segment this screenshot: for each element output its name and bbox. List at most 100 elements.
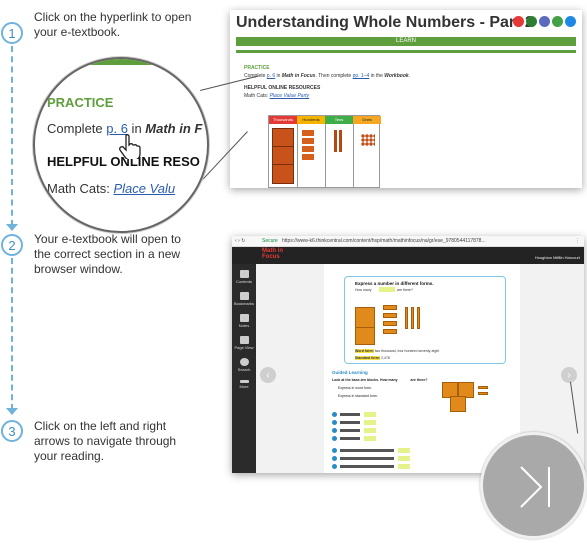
word-form-label: Word form:	[355, 349, 374, 353]
step-connector-1-arrow	[6, 224, 18, 231]
zoom-green-bar	[35, 59, 207, 65]
mathcats-link-small[interactable]: Place Value Party	[270, 93, 310, 99]
hundred-flat	[478, 392, 488, 395]
more-icon	[239, 380, 249, 383]
bookmark-icon	[239, 292, 249, 300]
zoom-book-title: Math in F	[145, 121, 203, 136]
sidebar-more[interactable]: More	[232, 380, 256, 389]
guided-question: Look at the base-ten blocks. How many ar…	[332, 378, 427, 382]
browser-nav-icons[interactable]: ‹ › ↻	[235, 238, 245, 244]
sidebar-bookmarks[interactable]: Bookmarks	[232, 292, 256, 306]
exercise-line	[340, 465, 394, 468]
thousand-block	[450, 396, 466, 412]
check-icon[interactable]	[526, 16, 537, 27]
standard-form-value: 2,478	[381, 356, 390, 360]
chat-icon[interactable]	[552, 16, 563, 27]
exercise-marker	[332, 420, 337, 425]
lesson-heading: Express a number in different forms.	[355, 281, 434, 286]
page-view-icon	[239, 336, 249, 344]
guided-question-text2: are there?	[410, 378, 428, 382]
workbook-title: Workbook	[384, 73, 409, 79]
step-3-line2: arrows to navigate through	[34, 434, 177, 448]
express-word-form: Express in word form.	[338, 386, 372, 390]
thousand-block	[272, 164, 294, 184]
instr-end: in the	[369, 73, 385, 79]
step-1-marker: 1	[1, 22, 23, 44]
step-3-marker: 3	[1, 420, 23, 442]
zoom-mathcats-link[interactable]: Place Valu	[113, 181, 175, 196]
exercise-marker	[332, 436, 337, 441]
mathcats-prefix-small: Math Cats:	[244, 93, 270, 99]
step-3-line3: your reading.	[34, 449, 105, 463]
skip-next-icon	[520, 466, 550, 508]
lesson-title: Understanding Whole Numbers - Part 2	[236, 14, 534, 31]
practice-heading-small: PRACTICE	[244, 65, 270, 71]
sidebar-search-label: Search	[237, 367, 251, 372]
book-title: Math in Focus	[281, 73, 316, 79]
col-divider	[325, 124, 326, 188]
workbook-pages-link[interactable]: pp. 1–4	[353, 73, 370, 79]
prev-page-button[interactable]: ‹	[260, 367, 276, 383]
sidebar-contents[interactable]: Contents	[232, 270, 256, 284]
hundred-flat	[302, 138, 314, 144]
thousand-block	[355, 307, 375, 329]
step-2-line1: Your e-textbook will open to	[34, 232, 181, 246]
url-field[interactable]: https://www-k6.thinkcentral.com/content/…	[282, 238, 486, 244]
exercise-marker	[332, 448, 337, 453]
sidebar-search[interactable]: Search	[232, 358, 256, 372]
col-hundreds: Hundreds	[297, 116, 325, 124]
answer-box[interactable]	[398, 456, 410, 461]
ten-rod	[417, 307, 420, 329]
hundred-flat	[302, 154, 314, 160]
ebook-header: Math in Focus Houghton Mifflin Harcourt	[232, 247, 584, 264]
sidebar-more-label: More	[239, 384, 249, 389]
browser-menu-icon[interactable]: ⋮	[575, 238, 580, 244]
step-1-text: Click on the hyperlink to open your e-te…	[34, 10, 191, 40]
answer-box[interactable]	[364, 428, 376, 433]
next-page-button[interactable]: ›	[561, 367, 577, 383]
sidebar-contents-label: Contents	[235, 279, 252, 284]
section-divider	[236, 50, 576, 53]
step-2-marker: 2	[1, 234, 23, 256]
how-many-prompt: How many	[355, 288, 372, 292]
zoom-practice-heading: PRACTICE	[47, 95, 114, 110]
answer-box[interactable]	[364, 436, 376, 441]
info-icon[interactable]	[565, 16, 576, 27]
sidebar-notes[interactable]: Notes	[232, 314, 256, 328]
exercise-line	[340, 437, 360, 440]
page-link-small[interactable]: p. 6	[267, 73, 275, 79]
hand-cursor-icon	[119, 134, 141, 159]
hundred-flat	[383, 313, 397, 318]
thousand-block	[272, 128, 294, 148]
globe-icon[interactable]	[539, 16, 550, 27]
sidebar-notes-label: Notes	[238, 323, 250, 328]
brand-line2: Focus	[262, 254, 280, 260]
record-icon[interactable]	[513, 16, 524, 27]
sidebar-page-view[interactable]: Page View	[232, 336, 256, 350]
ten-rod	[405, 307, 408, 329]
exercise-line	[340, 449, 394, 452]
browser-address-bar: ‹ › ↻ Secure https://www-k6.thinkcentral…	[232, 236, 584, 247]
answer-box[interactable]	[398, 464, 410, 469]
sidebar-page-view-label: Page View	[234, 345, 254, 350]
col-thousands: Thousands	[269, 116, 297, 124]
exercise-marker	[332, 428, 337, 433]
ten-rod	[334, 130, 337, 152]
next-page-zoom[interactable]	[480, 432, 587, 539]
answer-box[interactable]	[364, 412, 376, 417]
step-2-number: 2	[8, 237, 16, 253]
step-2-line2: the correct section in a new	[34, 247, 181, 261]
step-1-line2: your e-textbook.	[34, 25, 121, 39]
zoom-mathcats-prefix: Math Cats:	[47, 181, 114, 196]
standard-form-line: Standard form: 2,478	[355, 356, 390, 360]
answer-box[interactable]	[398, 448, 410, 453]
ebook-page: Express a number in different forms. How…	[324, 264, 520, 473]
exercise-line	[340, 421, 360, 424]
search-icon	[239, 358, 249, 366]
answer-box[interactable]	[364, 420, 376, 425]
zoom-mathcats-line: Math Cats: Place Valu	[47, 181, 175, 196]
hundred-flat	[478, 386, 488, 389]
exercise-marker	[332, 412, 337, 417]
publisher-logo: Houghton Mifflin Harcourt	[534, 255, 580, 260]
mathcats-line-small: Math Cats: Place Value Party	[244, 93, 309, 99]
